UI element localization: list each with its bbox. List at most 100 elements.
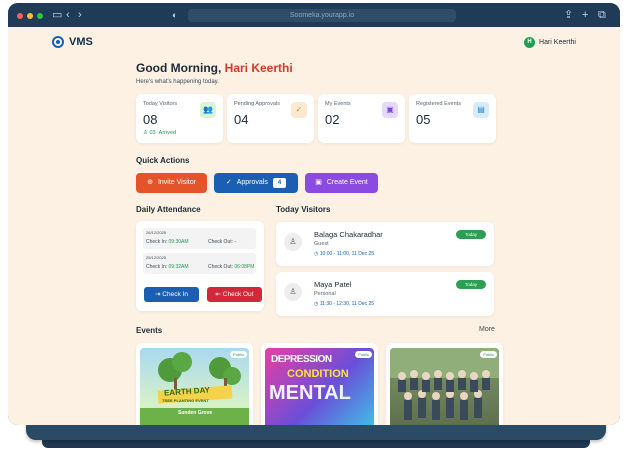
logout-icon: ⇤ xyxy=(215,291,221,298)
visitor-time-text: 11:30 - 12:30, 11 Dec 25 xyxy=(319,301,375,307)
public-badge: Public xyxy=(355,351,372,358)
login-icon: ⇥ xyxy=(155,291,161,298)
check-in-button[interactable]: ⇥ Check In xyxy=(144,287,199,302)
event-title-large: MENTAL xyxy=(269,382,351,404)
create-event-button[interactable]: ▣ Create Event xyxy=(305,173,378,193)
greeting-name: Hari Keerthi xyxy=(224,61,293,75)
event-headline: DEPRESSION xyxy=(271,354,332,365)
event-subline: TREE PLANTING EVENT xyxy=(162,398,209,403)
check-in-label: Check In: xyxy=(146,264,168,270)
event-card-group-photo[interactable]: Public xyxy=(386,343,503,425)
minimize-dot-icon[interactable] xyxy=(27,13,33,19)
check-in-button-label: Check In xyxy=(162,291,188,298)
stat-value: 08 xyxy=(143,112,158,127)
visitor-card[interactable]: ♙ Balaga Chakaradhar Guest ◷ 10:00 - 11:… xyxy=(276,222,494,266)
ticket-icon: ▣ xyxy=(315,179,322,186)
attendance-date: 25/12/2025 xyxy=(146,255,167,260)
person-icon: ♙ xyxy=(284,283,302,301)
address-bar[interactable]: Soomeka.yourapp.io xyxy=(188,9,456,22)
user-name: Hari Keerthi xyxy=(539,39,576,46)
stat-label: Pending Approvals xyxy=(234,101,280,107)
approvals-label: Approvals xyxy=(236,179,268,186)
stat-card-my-events[interactable]: My Events 02 ▣ xyxy=(318,94,405,143)
event-card-mental-health[interactable]: DEPRESSION CONDITION MENTAL Public xyxy=(261,343,378,425)
stat-label: My Events xyxy=(325,101,351,107)
clock-icon: ◷ xyxy=(314,251,319,257)
page-title: Good Morning, Hari Keerthi xyxy=(136,61,293,75)
check-out-value: 06:08PM xyxy=(234,264,255,270)
sidebar-toggle-icon[interactable]: ▭ xyxy=(52,9,62,21)
stat-label: Registered Events xyxy=(416,101,461,107)
stat-value: 05 xyxy=(416,112,431,127)
users-icon: 👥 xyxy=(200,102,216,118)
check-in-time: Check In: 09:30AM xyxy=(146,239,189,245)
stat-value: 02 xyxy=(325,112,340,127)
status-badge: Today xyxy=(456,230,486,239)
check-out-label: Check Out: xyxy=(208,264,234,270)
maximize-dot-icon[interactable] xyxy=(37,13,43,19)
invite-visitor-button[interactable]: ⊕ Invite Visitor xyxy=(136,173,207,193)
event-venue: Sunden Grove xyxy=(178,410,213,416)
clock-icon: ◷ xyxy=(314,301,319,307)
public-badge: Public xyxy=(480,351,497,358)
attendance-date: 26/12/2025 xyxy=(146,230,167,235)
check-in-value: 09:32AM xyxy=(168,264,189,270)
visitor-time-text: 10:00 - 11:00, 11 Dec 25 xyxy=(319,251,375,257)
app-logo[interactable]: VMS xyxy=(52,36,93,48)
visitor-time: ◷ 10:00 - 11:00, 11 Dec 25 xyxy=(314,251,374,257)
event-image: EARTH DAY TREE PLANTING EVENT Sunden Gro… xyxy=(140,348,249,425)
share-icon[interactable]: ⇪ xyxy=(564,9,573,21)
approvals-button[interactable]: ✓ Approvals 4 xyxy=(214,173,298,193)
forward-icon[interactable]: › xyxy=(78,9,82,21)
check-out-time: Check Out: 06:08PM xyxy=(208,264,254,270)
today-visitors-title: Today Visitors xyxy=(276,205,331,214)
stat-value: 04 xyxy=(234,112,249,127)
browser-window: ▭ ‹ › ◐ Soomeka.yourapp.io ⇪ + ⧉ VMS H H… xyxy=(8,3,620,425)
brand-name: VMS xyxy=(69,36,93,48)
more-events-link[interactable]: More xyxy=(479,326,495,333)
avatar: H xyxy=(524,37,536,48)
visitor-time: ◷ 11:30 - 12:30, 11 Dec 25 xyxy=(314,301,374,307)
check-out-value: - xyxy=(234,239,237,245)
events-title: Events xyxy=(136,326,163,335)
check-out-button-label: Check Out xyxy=(222,291,254,298)
page-subtitle: Here's what's happening today. xyxy=(136,79,219,85)
check-in-value: 09:30AM xyxy=(168,239,189,245)
user-menu[interactable]: H Hari Keerthi xyxy=(524,37,576,48)
event-image: DEPRESSION CONDITION MENTAL xyxy=(265,348,374,425)
close-dot-icon[interactable] xyxy=(17,13,23,19)
event-card-earth-day[interactable]: EARTH DAY TREE PLANTING EVENT Sunden Gro… xyxy=(136,343,253,425)
new-tab-icon[interactable]: + xyxy=(582,9,588,21)
status-badge: Today xyxy=(456,280,486,289)
visitor-card[interactable]: ♙ Maya Patel Personal ◷ 11:30 - 12:30, 1… xyxy=(276,272,494,316)
visitor-name: Maya Patel xyxy=(314,280,352,289)
arrived-indicator: ♙ 03 Arrived xyxy=(143,130,176,136)
document-icon: ▤ xyxy=(473,102,489,118)
app-screen: VMS H Hari Keerthi Good Morning, Hari Ke… xyxy=(8,27,620,425)
quick-actions-title: Quick Actions xyxy=(136,156,190,165)
attendance-row: 26/12/2025 Check In: 09:30AM Check Out: … xyxy=(143,228,256,249)
visitor-type: Guest xyxy=(314,241,329,247)
ticket-icon: ▣ xyxy=(382,102,398,118)
approvals-count-badge: 4 xyxy=(272,178,287,188)
check-circle-icon: ✓ xyxy=(225,179,232,186)
arrived-count: 03 xyxy=(149,130,156,136)
tabs-overview-icon[interactable]: ⧉ xyxy=(598,9,606,21)
check-in-label: Check In: xyxy=(146,239,168,245)
stat-card-registered-events[interactable]: Registered Events 05 ▤ xyxy=(409,94,496,143)
attendance-card: 26/12/2025 Check In: 09:30AM Check Out: … xyxy=(136,221,264,311)
invite-visitor-label: Invite Visitor xyxy=(157,179,196,186)
attendance-row: 25/12/2025 Check In: 09:32AM Check Out: … xyxy=(143,253,256,274)
stat-card-today-visitors[interactable]: Today Visitors 08 👥 ♙ 03 Arrived xyxy=(136,94,223,143)
person-icon: ♙ xyxy=(143,130,148,136)
check-out-button[interactable]: ⇤ Check Out xyxy=(207,287,262,302)
event-subline: CONDITION xyxy=(287,368,349,380)
event-image xyxy=(390,348,499,425)
greeting-prefix: Good Morning, xyxy=(136,61,222,75)
check-out-label: Check Out: xyxy=(208,239,234,245)
arrived-label: Arrived xyxy=(158,130,177,136)
visitor-type: Personal xyxy=(314,291,336,297)
back-icon[interactable]: ‹ xyxy=(66,9,70,21)
shield-icon: ◐ xyxy=(172,10,178,20)
stat-card-pending-approvals[interactable]: Pending Approvals 04 ✓ xyxy=(227,94,314,143)
